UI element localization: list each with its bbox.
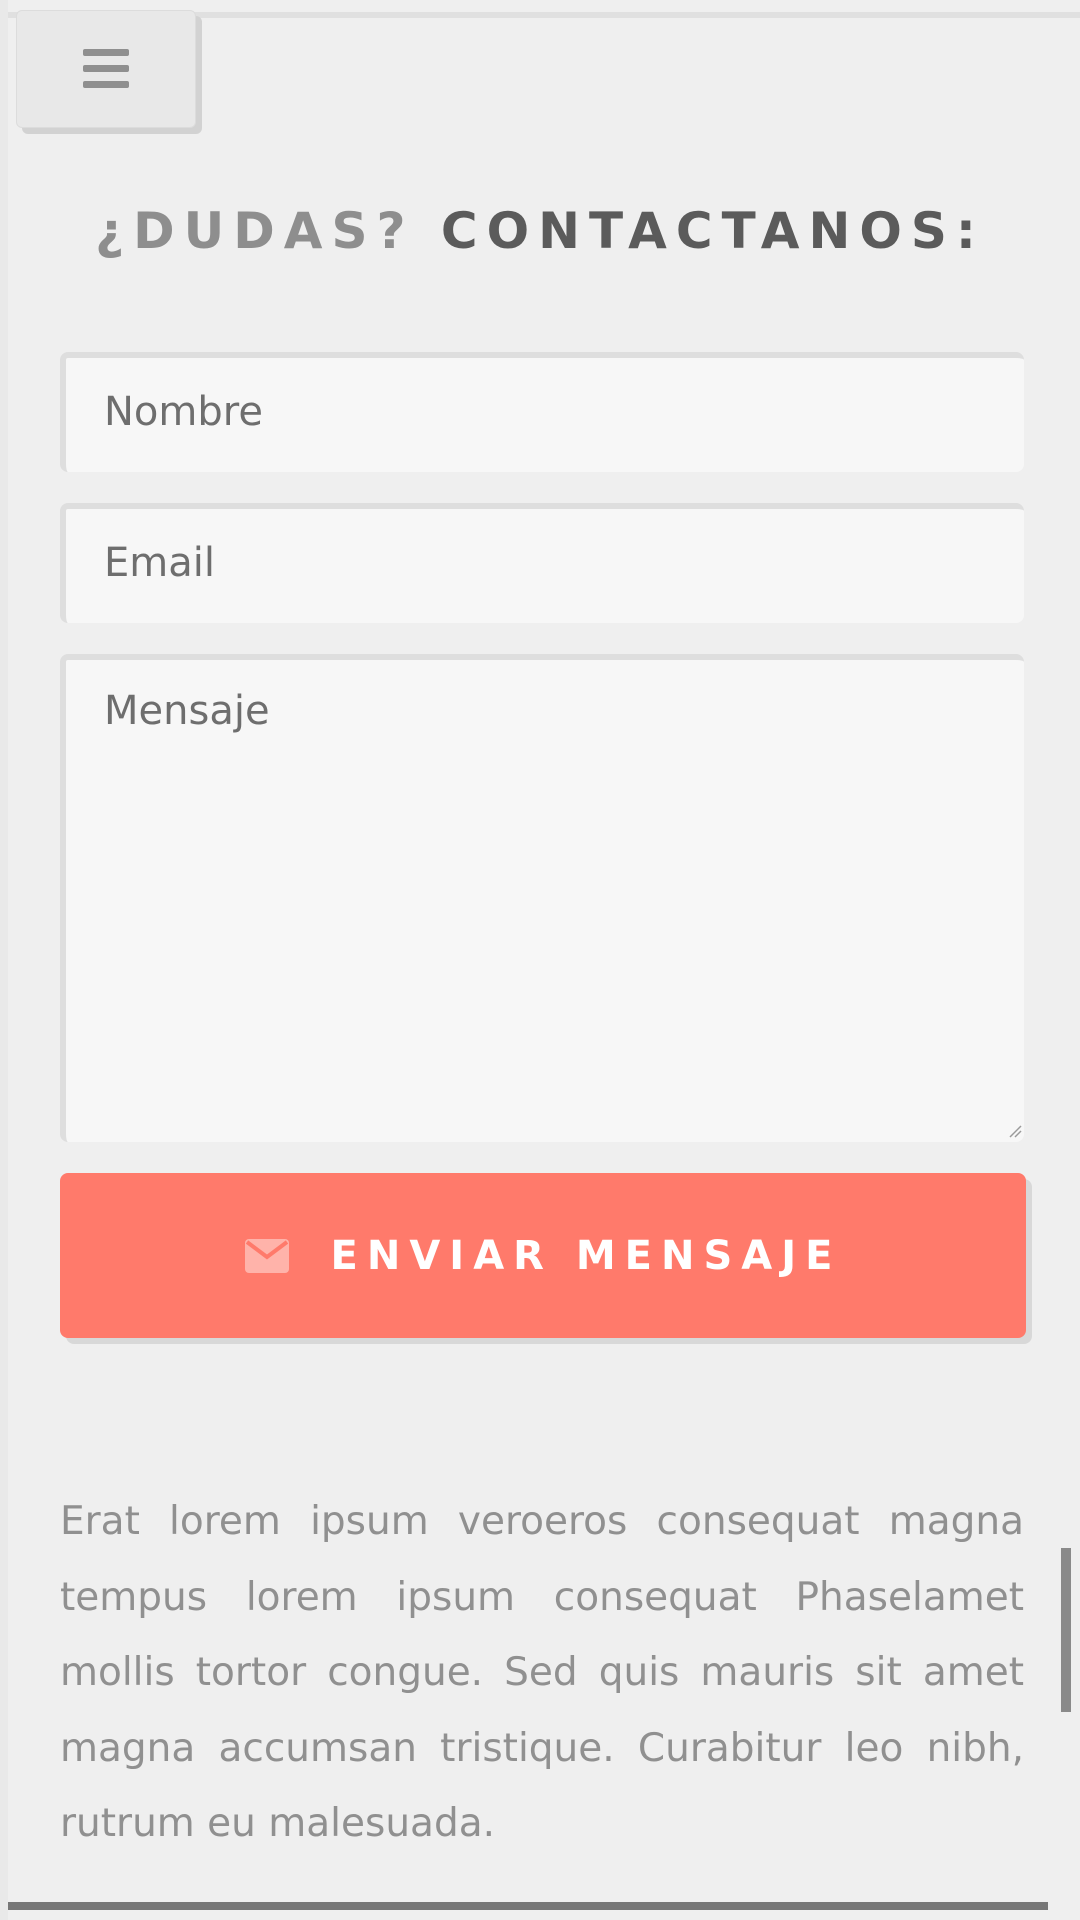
- envelope-icon: [244, 1238, 289, 1273]
- contact-heading: ¿DUDAS? CONTACTANOS:: [0, 196, 1080, 266]
- menu-button[interactable]: [16, 10, 196, 128]
- resize-handle-icon[interactable]: [1008, 1124, 1022, 1138]
- email-input[interactable]: Email: [60, 503, 1024, 623]
- description-paragraph: Erat lorem ipsum veroeros consequat magn…: [60, 1499, 1024, 1846]
- message-placeholder: Mensaje: [104, 688, 270, 734]
- send-message-label: ENVIAR MENSAJE: [330, 1232, 842, 1279]
- heading-contact: CONTACTANOS:: [440, 202, 985, 260]
- bottom-divider: [8, 1902, 1048, 1910]
- message-textarea[interactable]: Mensaje: [60, 654, 1024, 1142]
- contact-page: ¿DUDAS? CONTACTANOS: Nombre Email Mensaj…: [0, 0, 1080, 1920]
- heading-question: ¿DUDAS?: [95, 202, 415, 260]
- left-rail: [0, 0, 8, 1920]
- scrollbar-thumb[interactable]: [1061, 1548, 1071, 1712]
- name-input[interactable]: Nombre: [60, 352, 1024, 472]
- hamburger-menu-icon: [83, 49, 129, 88]
- name-placeholder: Nombre: [104, 389, 263, 435]
- send-message-button[interactable]: ENVIAR MENSAJE: [60, 1173, 1026, 1338]
- email-placeholder: Email: [104, 540, 215, 586]
